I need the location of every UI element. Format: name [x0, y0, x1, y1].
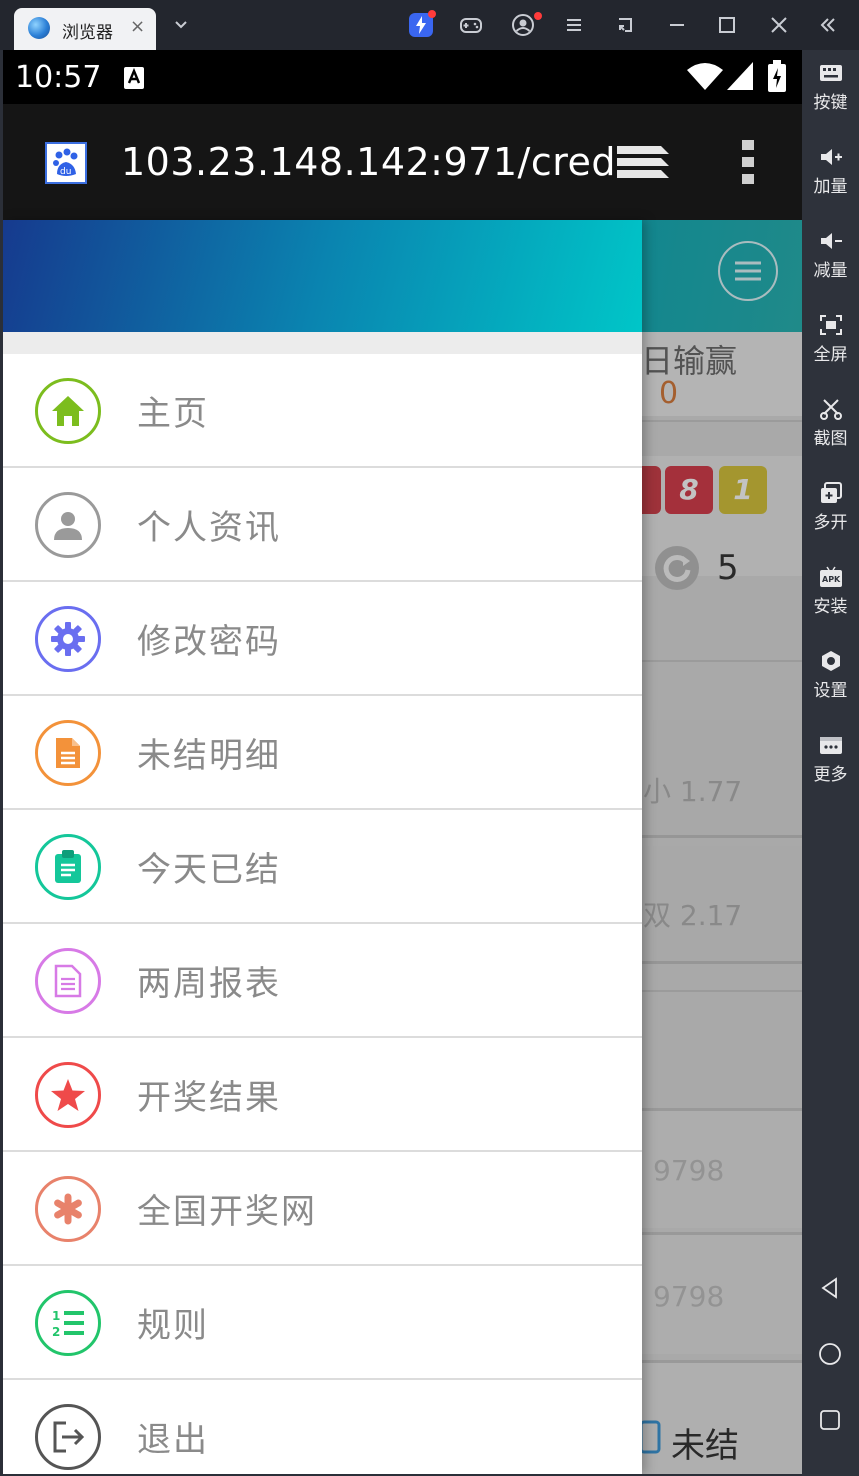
- toolbar-multi-instance-button[interactable]: 多开: [802, 470, 859, 554]
- keyboard-icon: [819, 65, 842, 81]
- toolbar-volume-up-button[interactable]: 加量: [802, 134, 859, 218]
- menu-item-label: 退出: [137, 1420, 209, 1460]
- drawer-header: [3, 220, 642, 332]
- report-icon: [35, 948, 101, 1014]
- gear-icon: [35, 606, 101, 672]
- menu-item-profile[interactable]: 个人资讯: [3, 468, 642, 582]
- star-icon: [35, 1062, 101, 1128]
- account-icon[interactable]: [510, 12, 536, 38]
- browser-tab[interactable]: 浏览器 ×: [14, 8, 156, 50]
- settings-icon: [821, 651, 840, 671]
- menu-item-settled-today[interactable]: 今天已结: [3, 810, 642, 924]
- menu-item-change-password[interactable]: 修改密码: [3, 582, 642, 696]
- toolbar-fullscreen-button[interactable]: 全屏: [802, 302, 859, 386]
- menu-item-national-lottery-site[interactable]: 全国开奖网: [3, 1152, 642, 1266]
- globe-icon: [28, 17, 50, 39]
- home-icon: [35, 378, 101, 444]
- title-bar: 浏览器 ×: [0, 0, 859, 50]
- numbered-list-icon: 12: [35, 1290, 101, 1356]
- toolbar-screenshot-button[interactable]: 截图: [802, 386, 859, 470]
- svg-text:du: du: [60, 167, 71, 177]
- tab-close-button[interactable]: ×: [130, 16, 145, 37]
- toolbar-volume-down-button[interactable]: 减量: [802, 218, 859, 302]
- tabs-stack-icon[interactable]: [615, 144, 671, 188]
- collapse-sidebar-icon[interactable]: [815, 12, 841, 38]
- toolbar-install-apk-button[interactable]: APK 安装: [802, 554, 859, 638]
- menu-item-label: 两周报表: [137, 964, 281, 1004]
- menu-item-label: 主页: [137, 394, 209, 434]
- svg-text:2: 2: [52, 1325, 60, 1339]
- menu-item-label: 未结明细: [137, 736, 281, 776]
- android-recents-button[interactable]: [818, 1408, 842, 1432]
- drawer-menu: 主页 个人资讯 修改密码 未结明细 今天已结 两周报表 开奖结果 全国开奖网 1…: [3, 354, 642, 1474]
- volume-up-icon: [820, 149, 842, 165]
- volume-down-icon: [820, 233, 842, 249]
- scissors-icon: [819, 399, 842, 420]
- user-icon: [35, 492, 101, 558]
- minimize-icon[interactable]: [664, 12, 690, 38]
- close-window-icon[interactable]: [766, 12, 792, 38]
- menu-item-draw-results[interactable]: 开奖结果: [3, 1038, 642, 1152]
- logout-icon: [35, 1404, 101, 1470]
- maximize-icon[interactable]: [714, 12, 740, 38]
- tab-label: 浏览器: [62, 23, 113, 43]
- menu-item-rules[interactable]: 12 规则: [3, 1266, 642, 1380]
- toolbar-more-button[interactable]: 更多: [802, 722, 859, 806]
- wifi-icon: [687, 62, 723, 94]
- battery-icon: [767, 60, 787, 96]
- menu-item-label: 修改密码: [137, 622, 281, 662]
- toolbar-keymap-button[interactable]: 按键: [802, 50, 859, 134]
- emulator-toolbar: 按键 加量 减量 全屏 截图 多开 APK 安装 设置 更多: [802, 50, 859, 1476]
- menu-item-label: 开奖结果: [137, 1078, 281, 1118]
- multi-instance-icon: [820, 482, 842, 503]
- asterisk-icon: [35, 1176, 101, 1242]
- navigation-drawer: 主页 个人资讯 修改密码 未结明细 今天已结 两周报表 开奖结果 全国开奖网 1…: [3, 220, 642, 1474]
- more-icon: [819, 737, 842, 754]
- menu-item-home[interactable]: 主页: [3, 354, 642, 468]
- browser-url-bar: du 103.23.148.142:971/cred: [3, 104, 802, 220]
- restore-window-icon[interactable]: [612, 12, 638, 38]
- signal-icon: [727, 62, 753, 94]
- clipboard-icon: [35, 834, 101, 900]
- gamepad-icon[interactable]: [458, 12, 484, 38]
- url-text[interactable]: 103.23.148.142:971/cred: [121, 140, 616, 184]
- menu-item-label: 今天已结: [137, 850, 281, 890]
- hamburger-menu-icon[interactable]: [561, 12, 587, 38]
- menu-item-biweekly-report[interactable]: 两周报表: [3, 924, 642, 1038]
- status-bar: 10:57: [3, 50, 802, 104]
- home-circle-icon: [819, 1343, 841, 1365]
- menu-item-label: 个人资讯: [137, 508, 281, 548]
- drawer-spacer: [3, 332, 642, 354]
- svg-text:1: 1: [52, 1309, 60, 1323]
- menu-item-label: 规则: [137, 1306, 209, 1346]
- back-triangle-icon: [821, 1277, 837, 1299]
- menu-item-label: 全国开奖网: [137, 1192, 317, 1232]
- apk-install-icon: APK: [819, 566, 842, 587]
- menu-item-logout[interactable]: 退出: [3, 1380, 642, 1474]
- emulator-window: 浏览器 × 10:57 du 103.23.148.142:971/cred 日…: [0, 0, 859, 1476]
- fullscreen-icon: [819, 315, 842, 335]
- android-home-button[interactable]: [818, 1342, 842, 1366]
- document-icon: [35, 720, 101, 786]
- android-screen: 10:57 du 103.23.148.142:971/cred 日输赢 0 8…: [3, 50, 802, 1474]
- account-notification-dot: [534, 12, 542, 20]
- notification-dot: [428, 10, 436, 18]
- toolbar-settings-button[interactable]: 设置: [802, 638, 859, 722]
- baidu-paw-icon: du: [45, 142, 87, 184]
- overflow-menu-icon[interactable]: [741, 138, 755, 190]
- svg-text:APK: APK: [822, 575, 841, 584]
- notification-a-icon: [123, 66, 145, 94]
- android-back-button[interactable]: [818, 1276, 842, 1300]
- recents-square-icon: [820, 1410, 840, 1430]
- tab-dropdown-icon[interactable]: [168, 12, 194, 38]
- menu-item-pending-details[interactable]: 未结明细: [3, 696, 642, 810]
- status-time: 10:57: [15, 60, 102, 95]
